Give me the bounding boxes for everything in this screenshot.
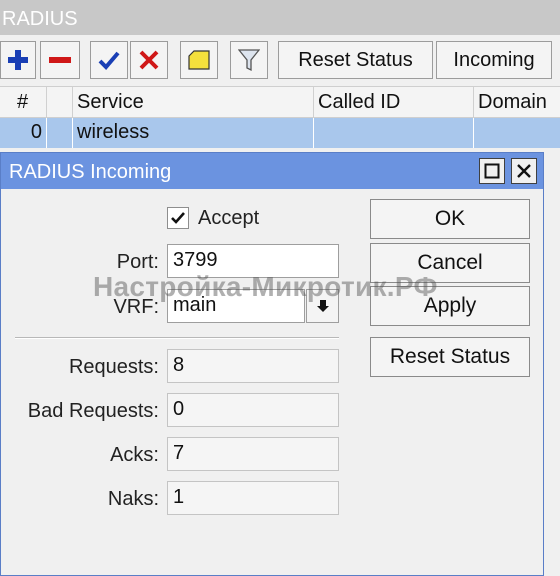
requests-label: Requests:: [68, 356, 159, 378]
x-icon: [139, 50, 159, 70]
check-icon: [98, 51, 120, 70]
radius-incoming-dialog: RADIUS Incoming Accept Port: 3799 VRF: m…: [0, 152, 544, 576]
note-icon: [188, 50, 210, 70]
maximize-button[interactable]: [479, 158, 505, 184]
acks-value: 7: [167, 437, 339, 471]
main-window-titlebar: RADIUS: [0, 0, 560, 35]
naks-value: 1: [167, 481, 339, 515]
row-flags: [47, 118, 73, 148]
incoming-button[interactable]: Incoming: [436, 41, 552, 79]
ok-button[interactable]: OK: [370, 199, 530, 239]
reset-status-button[interactable]: Reset Status: [278, 41, 433, 79]
checkmark-icon: [171, 212, 185, 224]
requests-value: 8: [167, 349, 339, 383]
add-button[interactable]: [0, 41, 36, 79]
column-header-number[interactable]: #: [0, 87, 47, 117]
naks-label: Naks:: [107, 488, 159, 510]
row-domain: [474, 118, 560, 148]
column-header-service[interactable]: Service: [73, 87, 314, 117]
row-number: 0: [0, 118, 47, 148]
close-icon: [517, 164, 531, 178]
column-header-domain[interactable]: Domain: [474, 87, 560, 117]
accept-label[interactable]: Accept: [198, 207, 259, 230]
main-window-title: RADIUS: [2, 8, 78, 30]
dialog-titlebar[interactable]: RADIUS Incoming: [1, 153, 543, 189]
separator: [15, 337, 339, 339]
close-button[interactable]: [511, 158, 537, 184]
row-called-id: [314, 118, 474, 148]
bad-requests-value: 0: [167, 393, 339, 427]
minus-icon: [49, 57, 71, 63]
plus-icon: [8, 50, 28, 70]
dialog-title: RADIUS Incoming: [9, 161, 172, 183]
table-header: # Service Called ID Domain: [0, 86, 560, 118]
enable-button[interactable]: [90, 41, 128, 79]
comment-button[interactable]: [180, 41, 218, 79]
filter-button[interactable]: [230, 41, 268, 79]
toolbar: Reset Status Incoming: [0, 38, 560, 86]
reset-status-dialog-button[interactable]: Reset Status: [370, 337, 530, 377]
watermark: Настройка-Микротик.РФ: [93, 271, 438, 302]
bad-requests-label: Bad Requests:: [27, 400, 159, 422]
accept-checkbox[interactable]: [167, 207, 189, 229]
maximize-icon: [484, 163, 500, 179]
row-service: wireless: [73, 118, 314, 148]
table-row[interactable]: 0 wireless: [0, 118, 560, 148]
acks-label: Acks:: [110, 444, 159, 466]
column-header-called-id[interactable]: Called ID: [314, 87, 474, 117]
disable-button[interactable]: [130, 41, 168, 79]
column-header-flags[interactable]: [47, 87, 73, 117]
remove-button[interactable]: [40, 41, 80, 79]
filter-icon: [238, 49, 260, 72]
